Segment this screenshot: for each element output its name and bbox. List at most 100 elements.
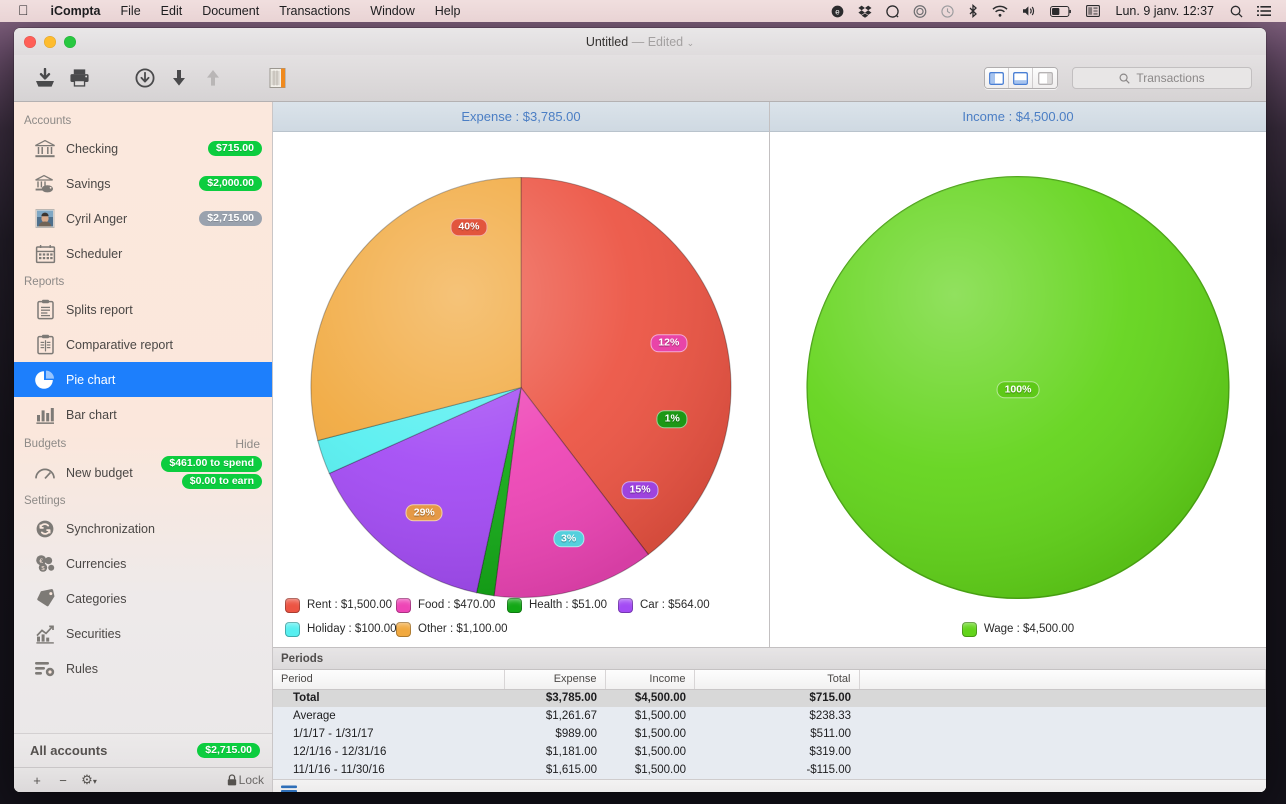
table-row[interactable]: Total $3,785.00 $4,500.00 $715.00 [273,689,1266,707]
creative-cloud-icon[interactable] [906,5,934,18]
time-machine-icon[interactable] [934,5,961,18]
sidebar-item-splits-report[interactable]: Splits report [14,292,272,327]
toggle-left-sidebar[interactable] [985,68,1009,88]
sidebar-item-comparative-report[interactable]: Comparative report [14,327,272,362]
document-button[interactable] [262,63,296,93]
volume-icon[interactable] [1015,5,1043,17]
notification-center-icon[interactable] [1250,5,1278,17]
legend-item[interactable]: Rent : $1,500.00 [285,593,396,617]
table-row[interactable]: 12/1/16 - 12/31/16 $1,181.00 $1,500.00 $… [273,743,1266,761]
send-button[interactable] [196,63,230,93]
sync-icon [32,516,58,542]
search-field[interactable]: Transactions [1072,67,1252,89]
wifi-icon[interactable] [985,5,1015,17]
expense-pie-chart[interactable]: 40% 12% 1% 15% 3% 29% Rent : $1,500.00 [273,132,769,647]
menu-clock[interactable]: Lun. 9 janv. 12:37 [1107,4,1223,18]
toggle-right-sidebar[interactable] [1033,68,1057,88]
menu-item-icompta[interactable]: iCompta [41,4,111,18]
apple-logo-icon[interactable]:  [8,2,41,20]
column-header-total[interactable]: Total [694,670,859,689]
download-circle-button[interactable] [128,63,162,93]
remove-account-button[interactable]: − [50,773,76,788]
battery-icon[interactable] [1043,6,1079,17]
legend-item[interactable]: Holiday : $100.00 [285,617,396,641]
input-source-icon[interactable] [1079,5,1107,17]
sidebar-item-synchronization[interactable]: Synchronization [14,511,272,546]
lock-button[interactable]: Lock [227,773,264,787]
column-header-period[interactable]: Period [273,670,504,689]
dropbox-icon[interactable] [851,5,879,18]
clipboard-icon [32,297,58,323]
sidebar-item-savings[interactable]: Savings $2,000.00 [14,166,272,201]
content-area: Expense : $3,785.00 [273,102,1266,792]
menu-item-document[interactable]: Document [192,4,269,18]
receive-button[interactable] [162,63,196,93]
budgets-hide-button[interactable]: Hide [235,437,272,451]
legend-item[interactable]: Other : $1,100.00 [396,617,507,641]
siri-icon[interactable] [879,5,906,18]
sidebar-item-label: Scheduler [58,247,122,261]
sidebar-item-label: Bar chart [58,408,117,422]
menu-item-window[interactable]: Window [360,4,424,18]
left-panel-icon [989,72,1004,85]
menu-item-edit[interactable]: Edit [151,4,193,18]
cell-blank [859,707,1266,725]
sidebar-item-pie-chart[interactable]: Pie chart [14,362,272,397]
title-chevron-down-icon[interactable]: ⌄ [687,38,695,48]
bank-icon [32,136,58,162]
title-dash: — [632,35,645,49]
all-accounts-row[interactable]: All accounts $2,715.00 [14,733,272,767]
column-header-expense[interactable]: Expense [504,670,605,689]
sidebar-item-label: New budget [58,466,133,480]
list-menu-icon[interactable] [281,785,297,792]
periods-panel: Periods Period Expense Income Total [273,648,1266,792]
right-panel-icon [1038,72,1053,85]
legend-item[interactable]: Wage : $4,500.00 [962,617,1074,641]
legend-swatch [507,598,522,613]
sidebar-section-budgets: Budgets Hide [14,432,272,455]
sidebar-item-bar-chart[interactable]: Bar chart [14,397,272,432]
toggle-bottom-panel[interactable] [1009,68,1033,88]
evernote-icon[interactable]: e [824,5,851,18]
income-pie-chart[interactable]: 100% Wage : $4,500.00 [770,132,1266,647]
cell-total: $319.00 [694,743,859,761]
minimize-button[interactable] [44,36,56,48]
cell-total: $715.00 [694,689,859,707]
sidebar-item-scheduler[interactable]: Scheduler [14,236,272,271]
table-row[interactable]: 11/1/16 - 11/30/16 $1,615.00 $1,500.00 -… [273,761,1266,779]
menu-item-transactions[interactable]: Transactions [269,4,360,18]
sidebar-item-label: Savings [58,177,110,191]
sidebar-item-currencies[interactable]: €$ Currencies [14,546,272,581]
sidebar-item-securities[interactable]: Securities [14,616,272,651]
sidebar-item-cyril-anger[interactable]: Cyril Anger $2,715.00 [14,201,272,236]
sidebar-item-new-budget[interactable]: New budget $461.00 to spend $0.00 to ear… [14,455,272,490]
zoom-button[interactable] [64,36,76,48]
settings-gear-button[interactable]: ⚙▾ [76,772,102,788]
table-row[interactable]: 1/1/17 - 1/31/17 $989.00 $1,500.00 $511.… [273,725,1266,743]
legend-swatch [285,598,300,613]
print-button[interactable] [62,63,96,93]
sidebar-item-checking[interactable]: Checking $715.00 [14,131,272,166]
search-placeholder: Transactions [1136,71,1204,85]
legend-item[interactable]: Car : $564.00 [618,593,729,617]
column-header-blank[interactable] [859,670,1266,689]
close-button[interactable] [24,36,36,48]
legend-item[interactable]: Health : $51.00 [507,593,618,617]
sidebar-section-title: Budgets [24,438,66,450]
cell-period: Average [273,707,504,725]
menu-item-help[interactable]: Help [425,4,471,18]
bluetooth-icon[interactable] [961,4,985,18]
spotlight-search-icon[interactable] [1223,5,1250,18]
menu-item-file[interactable]: File [111,4,151,18]
sidebar-item-label: Splits report [58,303,133,317]
sidebar-item-categories[interactable]: Categories [14,581,272,616]
column-header-income[interactable]: Income [605,670,694,689]
add-account-button[interactable]: + [24,773,50,788]
import-button[interactable] [28,63,62,93]
table-row[interactable]: Average $1,261.67 $1,500.00 $238.33 [273,707,1266,725]
coins-icon: €$ [32,551,58,577]
sidebar-item-rules[interactable]: Rules [14,651,272,686]
sidebar-section-settings: Settings [14,490,272,511]
cell-period: 11/1/16 - 11/30/16 [273,761,504,779]
legend-item[interactable]: Food : $470.00 [396,593,507,617]
